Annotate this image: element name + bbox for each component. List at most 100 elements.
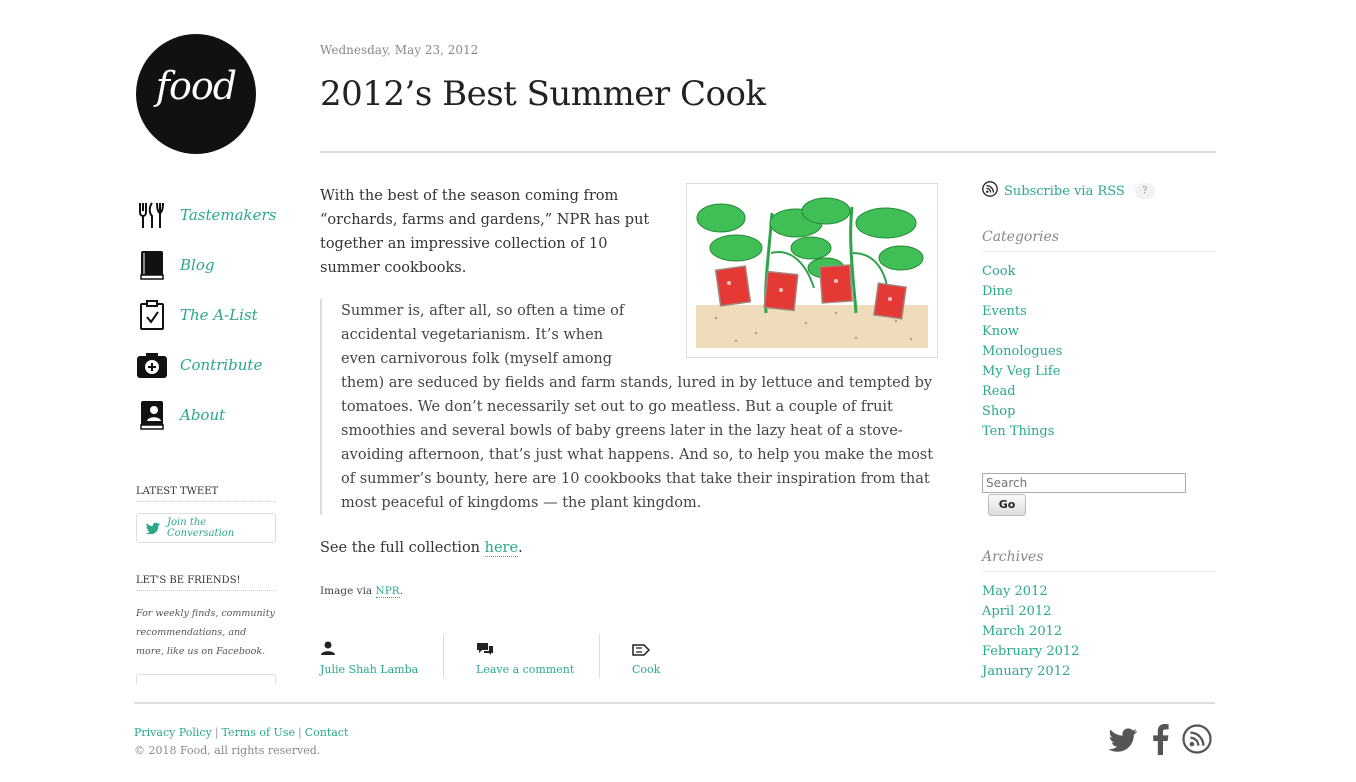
list-item: Ten Things — [982, 422, 1062, 442]
scroll-clip — [982, 682, 1222, 702]
site-logo[interactable]: food — [136, 34, 256, 154]
meta-author: Julie Shah Lamba — [320, 636, 418, 678]
list-item: Events — [982, 302, 1062, 322]
footer-divider — [134, 702, 1215, 704]
person-icon — [320, 636, 418, 656]
list-item: March 2012 — [982, 622, 1079, 642]
nav-label-tastemakers: Tastemakers — [180, 206, 277, 224]
see-full-link[interactable]: here — [484, 540, 519, 557]
title-divider — [320, 151, 1216, 153]
meta-divider — [443, 634, 444, 678]
nav-item-a-list[interactable]: The A-List — [136, 290, 296, 340]
separator: | — [297, 726, 302, 739]
camera-plus-icon — [136, 349, 168, 381]
privacy-policy-link[interactable]: Privacy Policy — [134, 726, 212, 739]
list-item: My Veg Life — [982, 362, 1062, 382]
archive-january-2012[interactable]: January 2012 — [982, 664, 1070, 679]
archive-march-2012[interactable]: March 2012 — [982, 624, 1062, 639]
category-my-veg-life[interactable]: My Veg Life — [982, 364, 1060, 379]
see-full-suffix: . — [518, 540, 523, 556]
category-link[interactable]: Cook — [632, 663, 660, 676]
image-credit: Image via NPR. — [320, 585, 404, 598]
twitter-icon[interactable] — [1106, 722, 1140, 756]
image-credit-link[interactable]: NPR — [375, 585, 400, 598]
leave-comment-link[interactable]: Leave a comment — [476, 663, 574, 676]
list-item: Read — [982, 382, 1062, 402]
rss-icon[interactable] — [1180, 722, 1214, 756]
rss-subscribe: Subscribe via RSS ? — [982, 181, 1155, 201]
facebook-icon[interactable] — [1143, 722, 1177, 756]
meta-divider — [599, 634, 600, 678]
latest-tweet-heading: LATEST TWEET — [136, 486, 276, 502]
twitter-bird-icon — [145, 519, 161, 538]
separator: | — [214, 726, 219, 739]
categories-list: Cook Dine Events Know Monologues My Veg … — [982, 262, 1062, 442]
subscribe-rss-link[interactable]: Subscribe via RSS — [1004, 184, 1125, 199]
archive-april-2012[interactable]: April 2012 — [982, 604, 1051, 619]
facebook-like-box[interactable] — [136, 674, 276, 684]
join-conversation-button[interactable]: Join the Conversation — [136, 513, 276, 543]
post-date: Wednesday, May 23, 2012 — [320, 43, 479, 57]
list-item: May 2012 — [982, 582, 1079, 602]
category-monologues[interactable]: Monologues — [982, 344, 1062, 359]
category-events[interactable]: Events — [982, 304, 1027, 319]
footer-links: Privacy Policy | Terms of Use | Contact — [134, 726, 348, 739]
category-shop[interactable]: Shop — [982, 404, 1015, 419]
post-lede: With the best of the season coming from … — [320, 188, 650, 276]
search-go-button[interactable]: Go — [988, 494, 1026, 516]
archive-may-2012[interactable]: May 2012 — [982, 584, 1048, 599]
category-know[interactable]: Know — [982, 324, 1019, 339]
search-input[interactable] — [982, 473, 1186, 493]
list-item: Cook — [982, 262, 1062, 282]
post-blockquote: Summer is, after all, so often a time of… — [320, 299, 938, 515]
book-icon — [136, 249, 168, 281]
profile-book-icon — [136, 399, 168, 431]
list-item: Shop — [982, 402, 1062, 422]
meta-category: Cook — [632, 636, 660, 678]
utensils-icon — [136, 199, 168, 231]
nav-item-about[interactable]: About — [136, 390, 296, 440]
list-item: Know — [982, 322, 1062, 342]
contact-link[interactable]: Contact — [305, 726, 349, 739]
nav-label-contribute: Contribute — [180, 356, 263, 374]
copyright: © 2018 Food, all rights reserved. — [134, 744, 321, 757]
rss-help-button[interactable]: ? — [1134, 183, 1155, 199]
archive-february-2012[interactable]: February 2012 — [982, 644, 1079, 659]
list-item: April 2012 — [982, 602, 1079, 622]
category-read[interactable]: Read — [982, 384, 1016, 399]
nav-item-contribute[interactable]: Contribute — [136, 340, 296, 390]
nav-label-a-list: The A-List — [180, 306, 258, 324]
friends-text: For weekly finds, community recommendati… — [136, 608, 275, 657]
rss-icon — [982, 181, 998, 201]
image-via-prefix: Image via — [320, 585, 376, 597]
terms-of-use-link[interactable]: Terms of Use — [222, 726, 295, 739]
comments-icon — [476, 636, 574, 656]
list-item: Monologues — [982, 342, 1062, 362]
list-item: January 2012 — [982, 662, 1079, 682]
author-link[interactable]: Julie Shah Lamba — [320, 663, 418, 676]
friends-heading: LET'S BE FRIENDS! — [136, 575, 276, 591]
tag-icon — [632, 636, 660, 656]
clipboard-check-icon — [136, 299, 168, 331]
see-full-collection: See the full collection here. — [320, 536, 523, 560]
meta-comments: Leave a comment — [476, 636, 574, 678]
category-dine[interactable]: Dine — [982, 284, 1013, 299]
nav-label-about: About — [180, 406, 226, 424]
nav-label-blog: Blog — [180, 256, 215, 274]
nav-item-tastemakers[interactable]: Tastemakers — [136, 190, 296, 240]
categories-heading: Categories — [982, 229, 1215, 252]
archives-list: May 2012 April 2012 March 2012 February … — [982, 582, 1079, 682]
logo-text: food — [155, 64, 237, 108]
archives-heading: Archives — [982, 549, 1215, 572]
join-conversation-label: Join the Conversation — [167, 517, 235, 539]
main-nav: Tastemakers Blog The A-List Contribute A… — [136, 190, 296, 440]
list-item: Dine — [982, 282, 1062, 302]
category-ten-things[interactable]: Ten Things — [982, 424, 1054, 439]
image-via-suffix: . — [399, 585, 404, 597]
post-title: 2012’s Best Summer Cook — [320, 74, 766, 114]
category-cook[interactable]: Cook — [982, 264, 1015, 279]
see-full-prefix: See the full collection — [320, 540, 485, 556]
image-wrap-spacer — [638, 299, 938, 371]
list-item: February 2012 — [982, 642, 1079, 662]
nav-item-blog[interactable]: Blog — [136, 240, 296, 290]
